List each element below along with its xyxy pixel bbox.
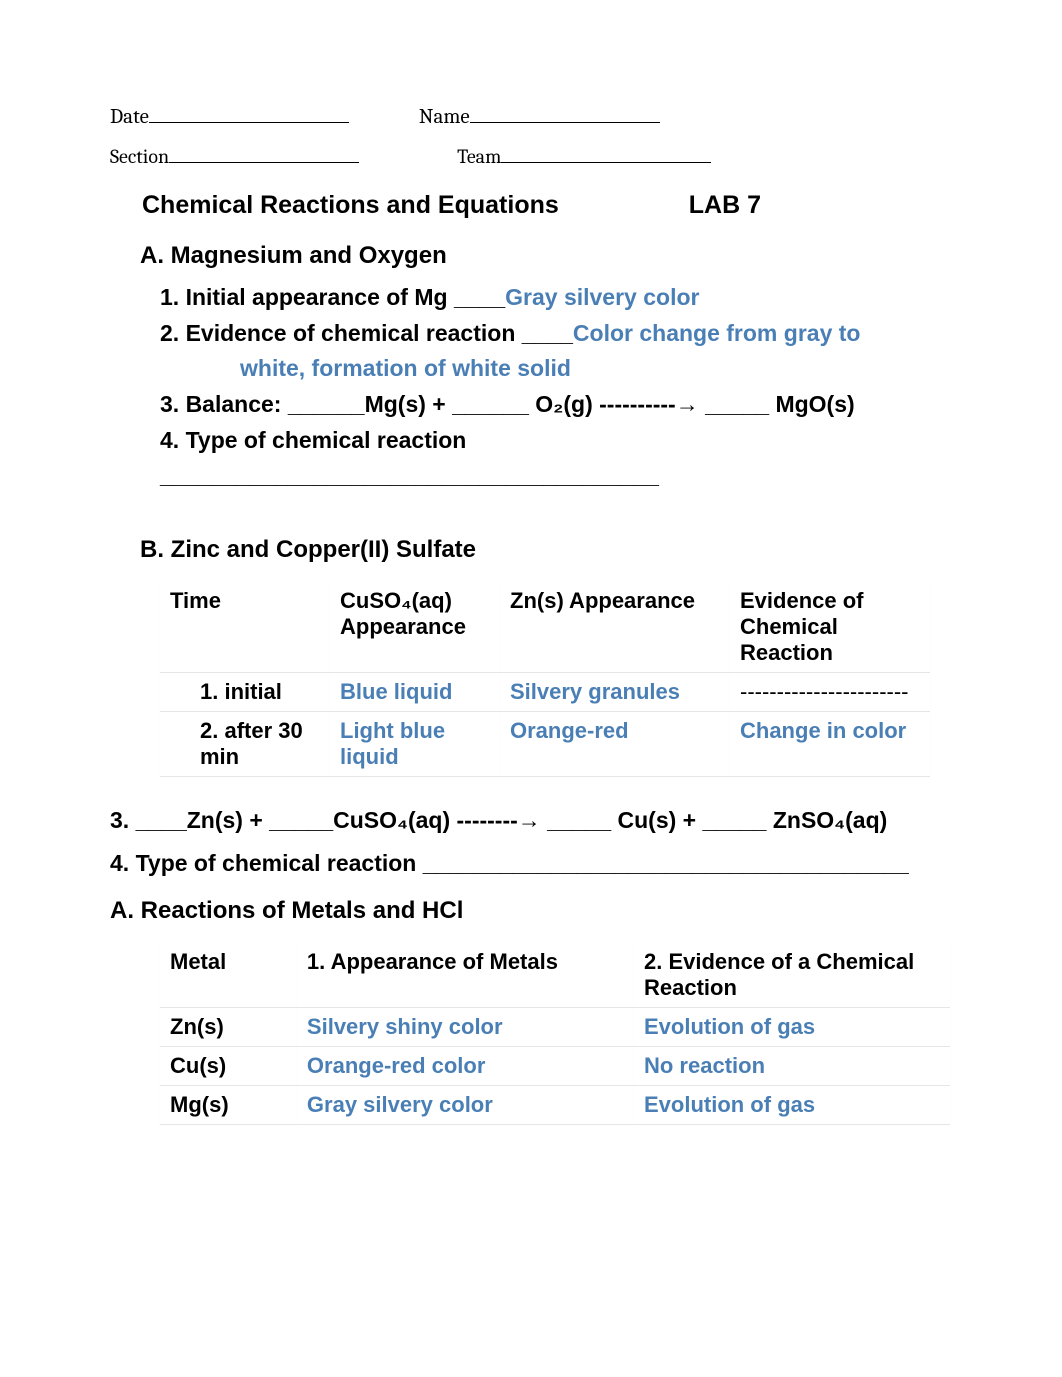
- header-row-2: Section Team: [110, 141, 952, 169]
- q1-label: 1. Initial appearance of Mg ____: [160, 284, 505, 310]
- row1-time: 1. initial: [160, 672, 330, 711]
- table-row: 2. after 30 min Light blue liquid Orange…: [160, 711, 930, 776]
- row2-zn: Orange-red: [500, 711, 730, 776]
- date-label: Date: [110, 105, 149, 129]
- name-label: Name: [419, 105, 470, 129]
- section-label: Section: [110, 145, 169, 168]
- section-a-q2: 2. Evidence of chemical reaction ____Col…: [160, 316, 952, 387]
- table-row: 1. initial Blue liquid Silvery granules …: [160, 672, 930, 711]
- section-a-q3: 3. Balance: ______Mg(s) + ______ O₂(g) -…: [160, 387, 952, 423]
- section-a-list: 1. Initial appearance of Mg ____Gray sil…: [160, 280, 952, 494]
- row2-time: 2. after 30 min: [160, 711, 330, 776]
- th-zn: Zn(s) Appearance: [500, 582, 730, 673]
- th-time: Time: [160, 582, 330, 673]
- row2-evidence: Change in color: [730, 711, 930, 776]
- section-a-q4: 4. Type of chemical reaction ___________…: [160, 423, 952, 494]
- row1-zn: Silvery granules: [500, 672, 730, 711]
- metal-cu-app: Orange-red color: [297, 1046, 634, 1085]
- q2-label: 2. Evidence of chemical reaction ____: [160, 320, 573, 346]
- section-b-heading: B. Zinc and Copper(II) Sulfate: [140, 536, 952, 564]
- page-title: Chemical Reactions and Equations: [142, 191, 559, 220]
- header-row-1: Date Name: [110, 100, 952, 129]
- section-a-q1: 1. Initial appearance of Mg ____Gray sil…: [160, 280, 952, 316]
- metal-cu-ev: No reaction: [634, 1046, 950, 1085]
- section-c-table: Metal 1. Appearance of Metals 2. Evidenc…: [160, 943, 950, 1125]
- table-row: Mg(s) Gray silvery color Evolution of ga…: [160, 1085, 950, 1124]
- lab-number: LAB 7: [689, 191, 761, 220]
- section-b-table: Time CuSO₄(aq) Appearance Zn(s) Appearan…: [160, 582, 930, 777]
- metal-zn-app: Silvery shiny color: [297, 1007, 634, 1046]
- metal-mg-ev: Evolution of gas: [634, 1085, 950, 1124]
- th-evidence: Evidence of Chemical Reaction: [730, 582, 930, 673]
- row1-cuso4: Blue liquid: [330, 672, 500, 711]
- section-b-type: 4. Type of chemical reaction ___________…: [110, 850, 952, 877]
- q2-answer-line1: Color change from gray to: [573, 320, 861, 346]
- date-blank[interactable]: [149, 100, 349, 123]
- section-a-heading: A. Magnesium and Oxygen: [140, 242, 952, 270]
- name-blank[interactable]: [470, 100, 660, 123]
- section-blank[interactable]: [169, 141, 359, 163]
- th-appearance: 1. Appearance of Metals: [297, 943, 634, 1008]
- row1-evidence: -----------------------: [730, 672, 930, 711]
- table-header-row: Metal 1. Appearance of Metals 2. Evidenc…: [160, 943, 950, 1008]
- th-cuso4: CuSO₄(aq) Appearance: [330, 582, 500, 673]
- th-evidence-metal: 2. Evidence of a Chemical Reaction: [634, 943, 950, 1008]
- th-metal: Metal: [160, 943, 297, 1008]
- team-label: Team: [457, 145, 501, 168]
- q2-answer-line2: white, formation of white solid: [160, 351, 952, 387]
- metal-cu: Cu(s): [160, 1046, 297, 1085]
- section-c-heading: A. Reactions of Metals and HCl: [110, 897, 952, 925]
- metal-mg: Mg(s): [160, 1085, 297, 1124]
- table-row: Zn(s) Silvery shiny color Evolution of g…: [160, 1007, 950, 1046]
- metal-zn-ev: Evolution of gas: [634, 1007, 950, 1046]
- title-row: Chemical Reactions and Equations LAB 7: [142, 191, 952, 220]
- table-header-row: Time CuSO₄(aq) Appearance Zn(s) Appearan…: [160, 582, 930, 673]
- row2-cuso4: Light blue liquid: [330, 711, 500, 776]
- section-b-equation: 3. ____Zn(s) + _____CuSO₄(aq) --------→ …: [110, 807, 952, 834]
- table-row: Cu(s) Orange-red color No reaction: [160, 1046, 950, 1085]
- q1-answer: Gray silvery color: [505, 284, 699, 310]
- metal-mg-app: Gray silvery color: [297, 1085, 634, 1124]
- team-blank[interactable]: [501, 141, 711, 163]
- metal-zn: Zn(s): [160, 1007, 297, 1046]
